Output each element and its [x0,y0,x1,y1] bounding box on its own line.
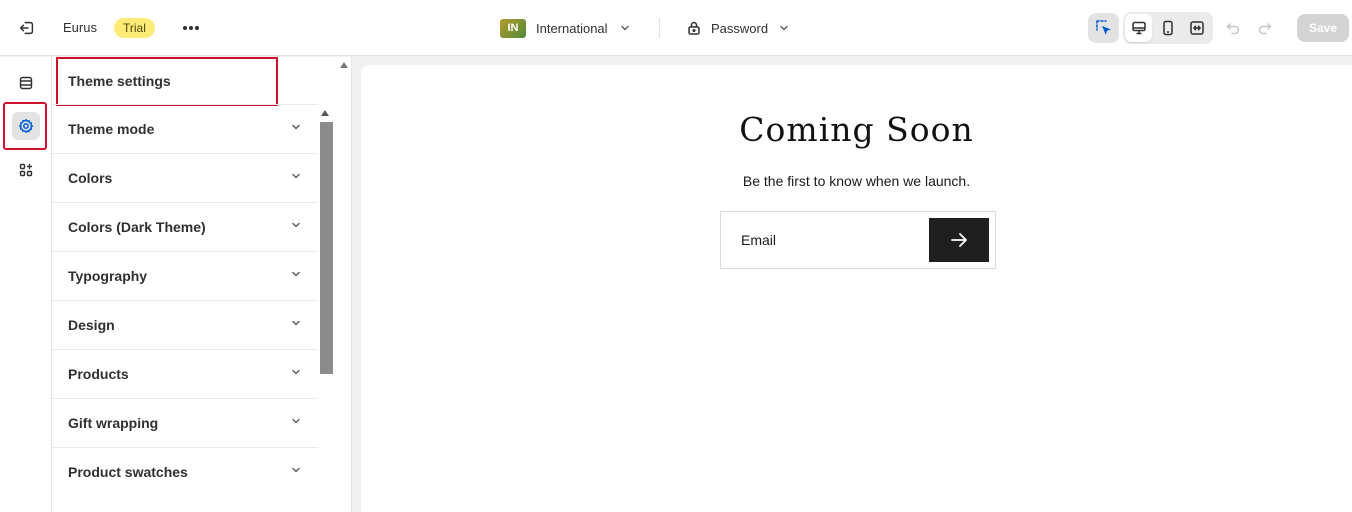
chevron-down-icon [290,365,302,383]
setting-label: Colors (Dark Theme) [68,219,206,235]
undo-icon [1226,23,1240,35]
mobile-icon [1163,20,1173,36]
rail-sections-button[interactable] [12,69,40,97]
undo-button[interactable] [1222,17,1244,39]
setting-row[interactable]: Design [52,300,318,349]
setting-label: Design [68,317,115,333]
market-label: International [536,20,608,36]
rail-theme-settings-button[interactable] [12,112,40,140]
setting-row[interactable]: Gift wrapping [52,398,318,447]
setting-row[interactable]: Product swatches [52,447,318,496]
chevron-down-icon [290,218,302,236]
coming-soon-subtitle: Be the first to know when we launch. [742,173,971,189]
setting-row[interactable]: Typography [52,251,318,300]
password-label: Password [711,20,769,36]
store-preview: Coming Soon Be the first to know when we… [361,65,1352,512]
inspector-select-icon [1095,20,1111,35]
coming-soon-title: Coming Soon [739,110,974,149]
editor-topbar: Eurus Trial IN International Password Sa… [0,0,1352,56]
panel-title: Theme settings [68,73,171,89]
arrow-right-icon [951,233,967,247]
exit-icon [19,21,34,35]
trial-badge: Trial [114,18,155,38]
email-field[interactable] [741,228,921,252]
more-actions-button[interactable] [178,16,204,40]
redo-icon [1258,23,1272,35]
chevron-down-icon [290,316,302,334]
rail-apps-button[interactable] [12,156,40,184]
fullscreen-view-button[interactable] [1184,14,1211,42]
market-flag-icon: IN [500,18,526,38]
password-selector[interactable]: Password [686,17,791,39]
theme-settings-panel: Theme settings Theme mode Colors Colors (D… [52,57,352,512]
more-horizontal-icon [183,26,187,30]
chevron-down-icon [290,414,302,432]
chevron-down-icon [290,120,302,138]
setting-label: Colors [68,170,113,186]
inspector-button[interactable] [1088,13,1119,43]
more-dot [189,26,193,30]
setting-label: Product swatches [68,464,188,480]
chevron-down-icon [777,21,791,35]
save-button[interactable]: Save [1297,14,1349,42]
setting-row[interactable]: Theme mode [52,104,318,153]
chevron-down-icon [290,463,302,481]
redo-button[interactable] [1254,17,1276,39]
list-scroll-up-arrow[interactable] [320,109,330,117]
setting-label: Products [68,366,129,382]
setting-label: Typography [68,268,148,284]
setting-row[interactable]: Colors (Dark Theme) [52,202,318,251]
store-name[interactable]: Eurus [63,20,97,35]
editor-rail [0,57,52,512]
exit-button[interactable] [14,16,40,40]
topbar-divider [659,18,660,38]
device-switcher [1123,12,1213,44]
settings-list: Theme mode Colors Colors (Dark Theme) Typog… [52,104,318,496]
fullscreen-icon [1190,21,1205,35]
chevron-down-icon [290,267,302,285]
setting-label: Theme mode [68,121,155,137]
panel-scroll-up-arrow[interactable] [339,61,349,69]
chevron-down-icon [290,169,302,187]
desktop-view-button[interactable] [1125,14,1153,42]
setting-row[interactable]: Products [52,349,318,398]
apps-icon [19,163,33,177]
setting-row[interactable]: Colors [52,153,318,202]
newsletter-form [720,211,996,269]
gear-icon [18,118,34,134]
submit-button[interactable] [929,218,989,262]
setting-label: Gift wrapping [68,415,159,431]
settings-scrollbar[interactable] [320,122,333,374]
more-dot [195,26,199,30]
lock-icon [688,21,700,35]
mobile-view-button[interactable] [1154,14,1181,42]
chevron-down-icon [618,21,632,35]
sections-icon [19,76,33,90]
market-selector[interactable]: IN International [500,17,632,39]
desktop-icon [1131,21,1146,35]
